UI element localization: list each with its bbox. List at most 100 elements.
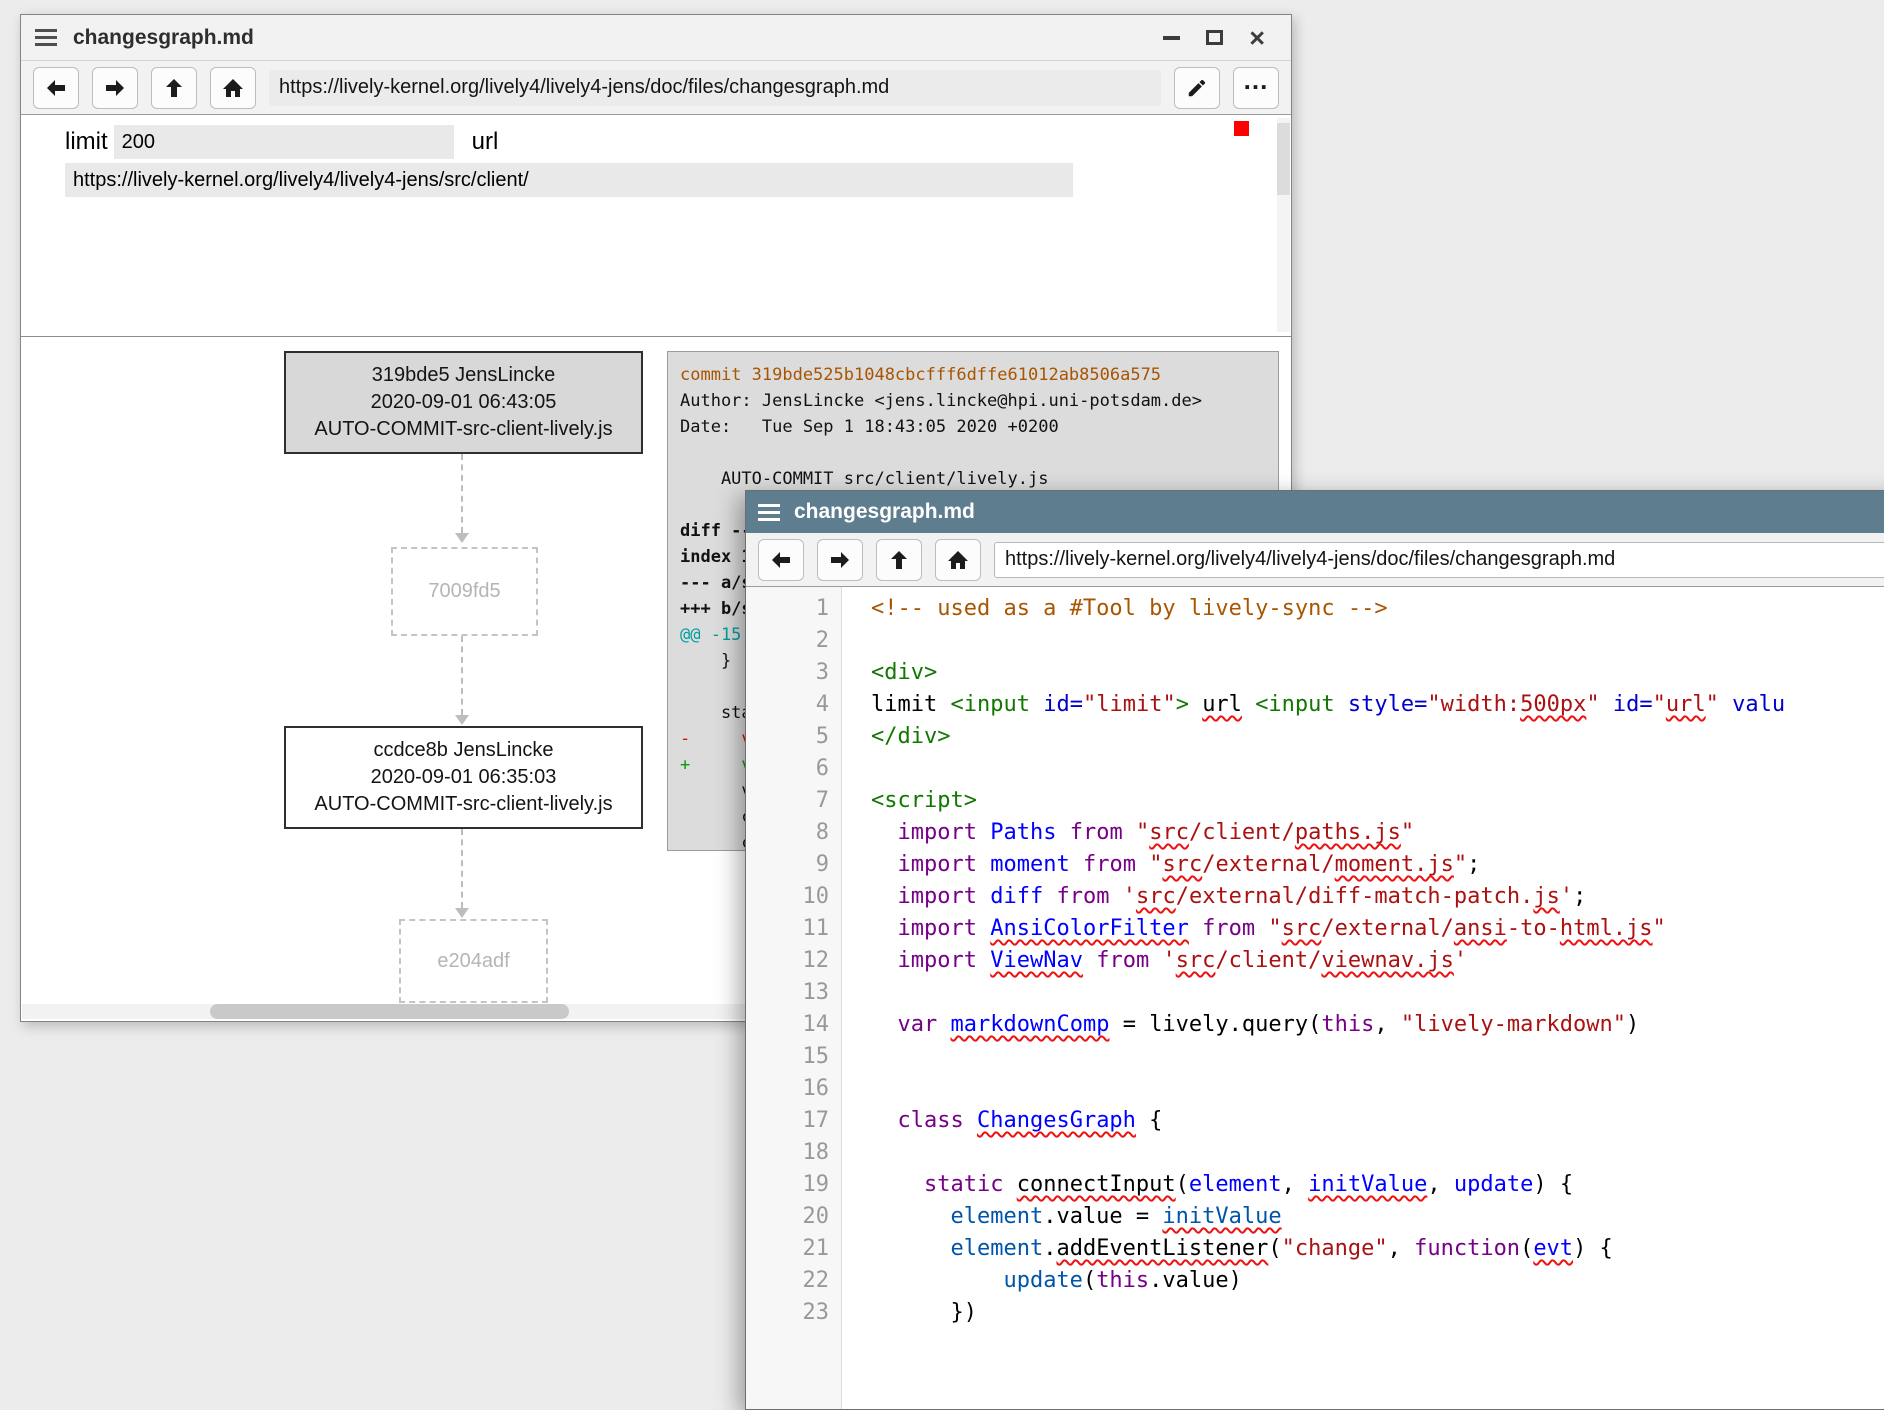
titlebar[interactable]: changesgraph.md xyxy=(746,491,1884,533)
code-text: <div> xyxy=(841,657,937,689)
code-text: </div> xyxy=(841,721,950,753)
node-line: 7009fd5 xyxy=(393,578,536,605)
code-line[interactable]: 10 import diff from 'src/external/diff-m… xyxy=(746,881,1884,913)
commit-detail-line: Author: JensLincke <jens.lincke@hpi.uni-… xyxy=(680,388,1278,414)
limit-input[interactable] xyxy=(114,125,454,159)
up-arrow-icon xyxy=(162,76,186,100)
code-editor[interactable]: 1<!-- used as a #Tool by lively-sync -->… xyxy=(746,587,1884,1409)
menu-icon[interactable] xyxy=(35,29,57,46)
line-number: 21 xyxy=(746,1233,841,1265)
code-line[interactable]: 4limit <input id="limit"> url <input sty… xyxy=(746,689,1884,721)
code-line[interactable]: 8 import Paths from "src/client/paths.js… xyxy=(746,817,1884,849)
code-line[interactable]: 2 xyxy=(746,625,1884,657)
line-number: 3 xyxy=(746,657,841,689)
window-controls: × xyxy=(1163,28,1277,48)
horizontal-scrollbar-thumb[interactable] xyxy=(210,1004,569,1019)
code-text: }) xyxy=(841,1297,977,1329)
forward-icon xyxy=(103,76,127,100)
code-line[interactable]: 12 import ViewNav from 'src/client/viewn… xyxy=(746,945,1884,977)
stub-node[interactable]: e204adf xyxy=(399,919,548,1003)
address-input[interactable] xyxy=(994,542,1884,578)
menu-icon[interactable] xyxy=(758,504,780,521)
code-text: <!-- used as a #Tool by lively-sync --> xyxy=(841,593,1388,625)
line-number: 4 xyxy=(746,689,841,721)
graph-edge xyxy=(461,636,463,715)
code-line[interactable]: 9 import moment from "src/external/momen… xyxy=(746,849,1884,881)
up-arrow-icon xyxy=(887,548,911,572)
code-text: var markdownComp = lively.query(this, "l… xyxy=(841,1009,1639,1041)
line-number: 14 xyxy=(746,1009,841,1041)
commit-node[interactable]: ccdce8b JensLincke 2020-09-01 06:35:03 A… xyxy=(284,726,643,829)
code-line[interactable]: 14 var markdownComp = lively.query(this,… xyxy=(746,1009,1884,1041)
home-icon xyxy=(221,76,245,100)
code-line[interactable]: 20 element.value = initValue xyxy=(746,1201,1884,1233)
code-text: element.value = initValue xyxy=(841,1201,1282,1233)
commit-node[interactable]: 319bde5 JensLincke 2020-09-01 06:43:05 A… xyxy=(284,351,643,454)
edit-button[interactable] xyxy=(1174,67,1220,109)
graph-edge xyxy=(461,454,463,533)
code-line[interactable]: 16 xyxy=(746,1073,1884,1105)
back-icon xyxy=(44,76,68,100)
commit-detail-line: AUTO-COMMIT src/client/lively.js xyxy=(680,466,1278,492)
code-line[interactable]: 7<script> xyxy=(746,785,1884,817)
code-line[interactable]: 5</div> xyxy=(746,721,1884,753)
code-line[interactable]: 11 import AnsiColorFilter from "src/exte… xyxy=(746,913,1884,945)
line-number: 19 xyxy=(746,1169,841,1201)
node-line: 2020-09-01 06:43:05 xyxy=(286,389,641,416)
code-text: element.addEventListener("change", funct… xyxy=(841,1233,1613,1265)
line-number: 1 xyxy=(746,593,841,625)
code-line[interactable]: 3<div> xyxy=(746,657,1884,689)
up-button[interactable] xyxy=(151,67,197,109)
code-line[interactable]: 17 class ChangesGraph { xyxy=(746,1105,1884,1137)
code-line[interactable]: 1<!-- used as a #Tool by lively-sync --> xyxy=(746,593,1884,625)
line-number: 9 xyxy=(746,849,841,881)
close-icon[interactable]: × xyxy=(1249,28,1265,48)
minimize-icon[interactable] xyxy=(1163,36,1180,40)
titlebar[interactable]: changesgraph.md × xyxy=(21,15,1291,61)
code-text: update(this.value) xyxy=(841,1265,1242,1297)
limit-label: limit xyxy=(65,128,108,156)
commit-detail-line: commit 319bde525b1048cbcfff6dffe61012ab8… xyxy=(680,362,1278,388)
home-button[interactable] xyxy=(210,67,256,109)
forward-button[interactable] xyxy=(817,539,863,581)
window-changesgraph-front: changesgraph.md 1<!-- used as a #Tool by… xyxy=(745,490,1884,1410)
code-line[interactable]: 15 xyxy=(746,1041,1884,1073)
graph-edge-arrowhead xyxy=(455,715,469,725)
forward-button[interactable] xyxy=(92,67,138,109)
address-input[interactable] xyxy=(269,70,1161,106)
line-number: 18 xyxy=(746,1137,841,1169)
vertical-scrollbar[interactable] xyxy=(1277,118,1290,332)
node-line: AUTO-COMMIT-src-client-lively.js xyxy=(286,416,641,443)
stub-node[interactable]: 7009fd5 xyxy=(391,547,538,636)
code-line[interactable]: 19 static connectInput(element, initValu… xyxy=(746,1169,1884,1201)
code-text xyxy=(841,1073,871,1105)
back-button[interactable] xyxy=(758,539,804,581)
code-line[interactable]: 18 xyxy=(746,1137,1884,1169)
code-text xyxy=(841,625,871,657)
home-icon xyxy=(946,548,970,572)
home-button[interactable] xyxy=(935,539,981,581)
commit-detail-line: Date: Tue Sep 1 18:43:05 2020 +0200 xyxy=(680,414,1278,440)
code-line[interactable]: 6 xyxy=(746,753,1884,785)
vertical-scrollbar-thumb[interactable] xyxy=(1277,123,1290,195)
graph-edge-arrowhead xyxy=(455,533,469,543)
line-number: 15 xyxy=(746,1041,841,1073)
up-button[interactable] xyxy=(876,539,922,581)
more-button[interactable]: ... xyxy=(1233,67,1279,109)
window-title: changesgraph.md xyxy=(794,500,975,524)
url-input[interactable] xyxy=(65,163,1073,197)
code-line[interactable]: 13 xyxy=(746,977,1884,1009)
line-number: 11 xyxy=(746,913,841,945)
maximize-icon[interactable] xyxy=(1206,30,1223,45)
line-number: 13 xyxy=(746,977,841,1009)
graph-edge-arrowhead xyxy=(455,908,469,918)
code-line[interactable]: 21 element.addEventListener("change", fu… xyxy=(746,1233,1884,1265)
url-label: url xyxy=(472,128,499,156)
code-line[interactable]: 22 update(this.value) xyxy=(746,1265,1884,1297)
code-text: class ChangesGraph { xyxy=(841,1105,1162,1137)
code-line[interactable]: 23 }) xyxy=(746,1297,1884,1329)
line-number: 5 xyxy=(746,721,841,753)
back-button[interactable] xyxy=(33,67,79,109)
node-line: e204adf xyxy=(401,948,546,975)
node-line: ccdce8b JensLincke xyxy=(286,737,641,764)
